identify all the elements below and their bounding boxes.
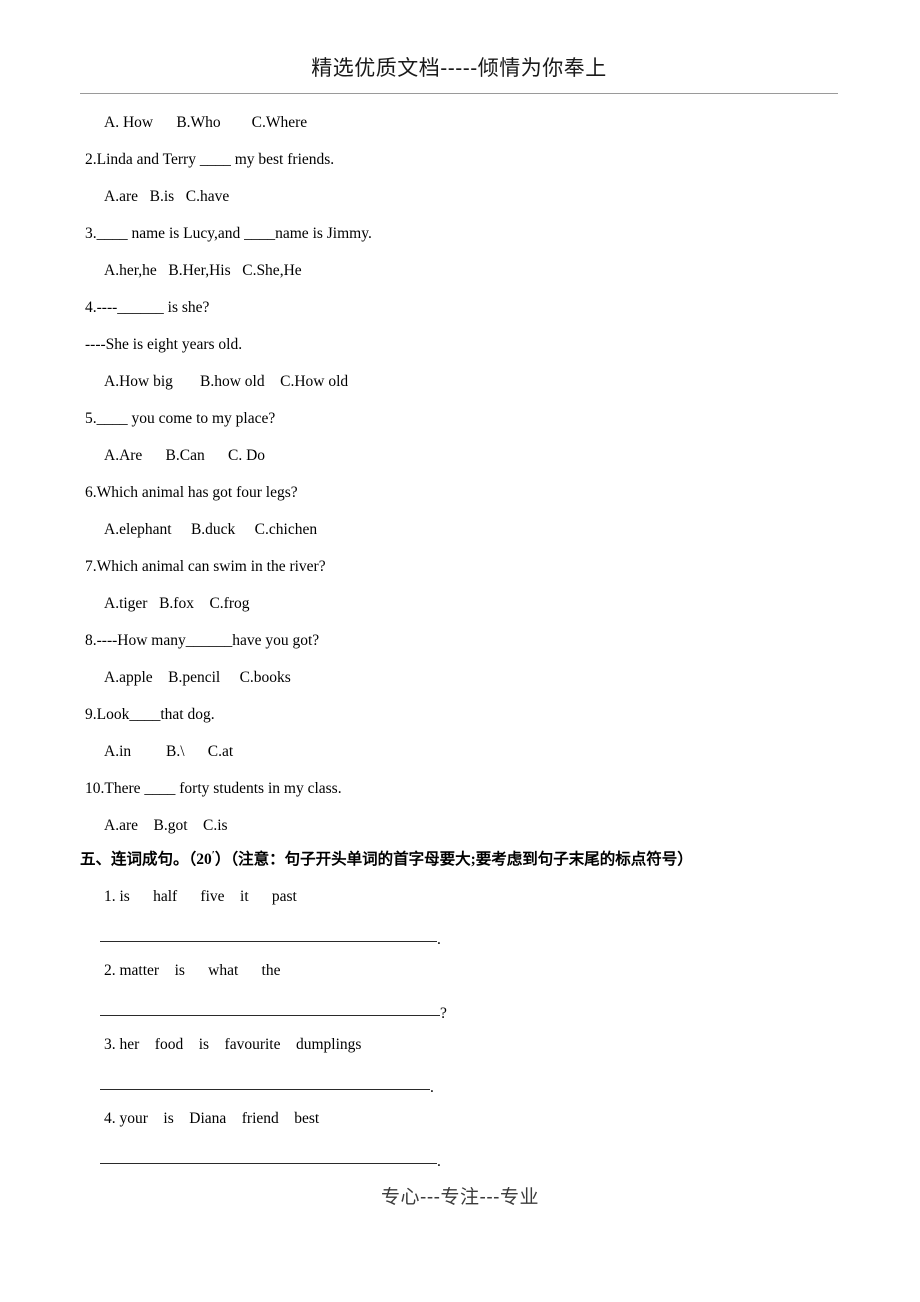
answer-end-punctuation: . xyxy=(430,1079,434,1096)
arrange-words-prompt: 2. matter is what the xyxy=(0,956,920,986)
question-line: 10.There ____ forty students in my class… xyxy=(85,780,342,797)
answer-area[interactable]: . xyxy=(0,1060,920,1100)
question-line: 3.____ name is Lucy,and ____name is Jimm… xyxy=(85,225,372,242)
item-number: 1. xyxy=(104,888,116,905)
option-line: A.Are B.Can C. Do xyxy=(104,447,266,464)
arrange-words-item: 4. your is Diana friend best. xyxy=(0,1104,920,1178)
question-line: 2.Linda and Terry ____ my best friends. xyxy=(85,151,335,168)
item-number: 2. xyxy=(104,962,116,979)
question-line: 4.----______ is she? xyxy=(85,299,210,316)
footer-watermark-text: 专心---专注---专业 xyxy=(381,1187,539,1208)
question-line: 9.Look____that dog. xyxy=(85,706,215,723)
scrambled-words: matter is what the xyxy=(119,962,281,979)
section-five-score: 20 xyxy=(196,851,212,868)
question-line: ----She is eight years old. xyxy=(85,336,243,353)
option-line: A.apple B.pencil C.books xyxy=(104,669,291,686)
answer-area[interactable]: . xyxy=(0,1134,920,1174)
option-line: A.in B.\ C.at xyxy=(104,743,234,760)
header-watermark-text: 精选优质文档-----倾情为你奉上 xyxy=(311,57,607,80)
item-number: 3. xyxy=(104,1036,116,1053)
arrange-words-prompt: 3. her food is favourite dumplings xyxy=(0,1030,920,1060)
option-line: A.elephant B.duck C.chichen xyxy=(104,521,318,538)
question-line: 6.Which animal has got four legs? xyxy=(85,484,298,501)
question-line: 8.----How many______have you got? xyxy=(85,632,320,649)
arrange-words-item: 2. matter is what the? xyxy=(0,956,920,1030)
answer-end-punctuation: . xyxy=(437,1153,441,1170)
footer-watermark: 专心---专注---专业 xyxy=(0,1186,920,1210)
answer-blank-line[interactable] xyxy=(100,1089,430,1090)
answer-area[interactable]: . xyxy=(0,912,920,952)
answer-end-punctuation: ? xyxy=(440,1005,447,1022)
option-line: A.How big B.how old C.How old xyxy=(104,373,349,390)
answer-blank-line[interactable] xyxy=(100,1015,440,1016)
multiple-choice-block: A. How B.Who C.Where 2.Linda and Terry __… xyxy=(0,104,920,844)
arrange-words-item: 1. is half five it past. xyxy=(0,882,920,956)
scrambled-words: your is Diana friend best xyxy=(119,1110,320,1127)
option-line: A. How B.Who C.Where xyxy=(104,114,308,131)
arrange-words-prompt: 1. is half five it past xyxy=(0,882,920,912)
scrambled-words: her food is favourite dumplings xyxy=(119,1036,362,1053)
answer-end-punctuation: . xyxy=(437,931,441,948)
arrange-words-block: 1. is half five it past. 2. matter is wha… xyxy=(0,882,920,1178)
option-line: A.tiger B.fox C.frog xyxy=(104,595,250,612)
scrambled-words: is half five it past xyxy=(119,888,297,905)
document-page: 精选优质文档-----倾情为你奉上 A. How B.Who C.Where 2.… xyxy=(0,0,920,1302)
answer-area[interactable]: ? xyxy=(0,986,920,1026)
arrange-words-prompt: 4. your is Diana friend best xyxy=(0,1104,920,1134)
answer-blank-line[interactable] xyxy=(100,1163,437,1164)
option-line: A.are B.is C.have xyxy=(104,188,230,205)
option-line: A.are B.got C.is xyxy=(104,817,228,834)
item-number: 4. xyxy=(104,1110,116,1127)
section-five-heading: 五、连词成句。（20′）（注意：句子开头单词的首字母要大;要考虑到句子末尾的标点… xyxy=(80,846,880,874)
header-divider xyxy=(80,93,838,94)
question-line: 5.____ you come to my place? xyxy=(85,410,276,427)
arrange-words-item: 3. her food is favourite dumplings. xyxy=(0,1030,920,1104)
section-five-prefix: 五、连词成句。（ xyxy=(80,851,197,868)
section-five-suffix: ）（注意：句子开头单词的首字母要大;要考虑到句子末尾的标点符号） xyxy=(214,851,693,868)
header-watermark: 精选优质文档-----倾情为你奉上 xyxy=(80,56,838,82)
question-line: 7.Which animal can swim in the river? xyxy=(85,558,326,575)
option-line: A.her,he B.Her,His C.She,He xyxy=(104,262,302,279)
answer-blank-line[interactable] xyxy=(100,941,437,942)
